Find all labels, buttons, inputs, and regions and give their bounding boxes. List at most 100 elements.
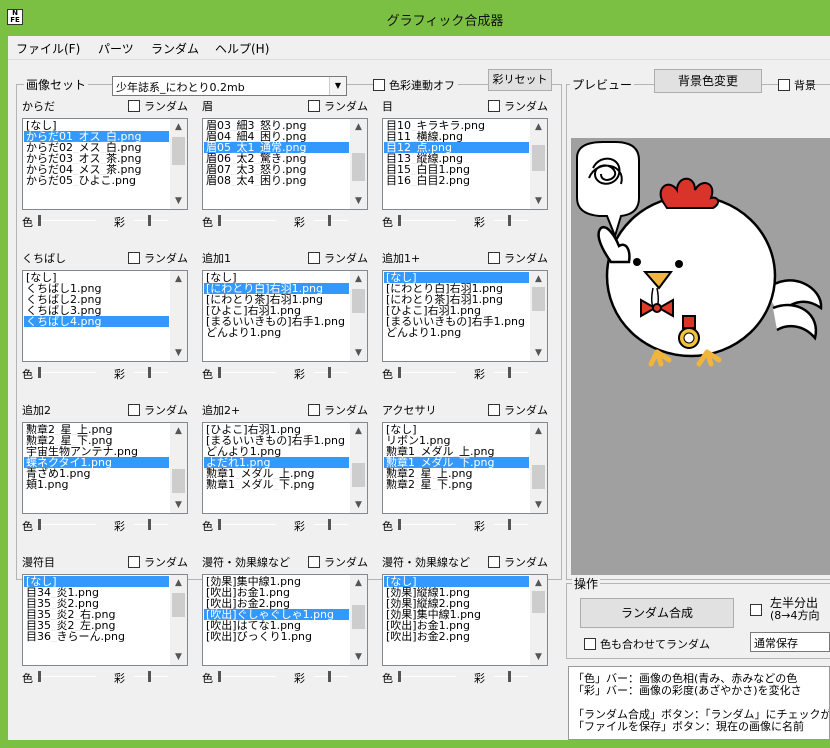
scrollbar[interactable]: ▲ ▼: [350, 119, 367, 209]
color-slider-thumb[interactable]: [218, 215, 221, 226]
list-item[interactable]: よだれ1.png: [204, 457, 349, 468]
color-slider-thumb[interactable]: [398, 671, 401, 682]
list-item[interactable]: 眉05_太1_通常.png: [204, 142, 349, 153]
scrollbar[interactable]: ▲ ▼: [170, 575, 187, 665]
list-item[interactable]: [吹出]びっくり1.png: [204, 631, 349, 642]
list-item[interactable]: からだ02_メス_白.png: [24, 142, 169, 153]
part-listbox[interactable]: [なし] からだ01_オス_白.png からだ02_メス_白.png からだ03_オス…: [22, 118, 188, 210]
part-random-checkbox[interactable]: ランダム: [308, 554, 368, 570]
list-item[interactable]: 目16_白目2.png: [384, 175, 529, 186]
saturation-slider[interactable]: [314, 524, 348, 525]
color-slider[interactable]: [396, 220, 456, 221]
list-item[interactable]: どんより1.png: [204, 446, 349, 457]
part-random-checkbox[interactable]: ランダム: [488, 250, 548, 266]
scroll-down-icon[interactable]: ▼: [170, 497, 187, 513]
part-random-checkbox[interactable]: ランダム: [488, 554, 548, 570]
scrollbar[interactable]: ▲ ▼: [350, 423, 367, 513]
list-item[interactable]: 勲章1_メダル_下.png: [204, 479, 349, 490]
saturation-slider-thumb[interactable]: [148, 519, 151, 530]
scroll-thumb[interactable]: [352, 605, 365, 629]
saturation-slider[interactable]: [134, 372, 168, 373]
list-item[interactable]: 目35_炎2.png: [24, 598, 169, 609]
list-item[interactable]: [にわとり茶]右羽1.png: [204, 294, 349, 305]
scroll-up-icon[interactable]: ▲: [350, 119, 367, 135]
list-item[interactable]: 勲章2_星_上.png: [384, 468, 529, 479]
color-slider[interactable]: [36, 220, 96, 221]
saturation-slider-thumb[interactable]: [508, 215, 511, 226]
color-slider[interactable]: [36, 676, 96, 677]
list-item[interactable]: 目36_きらーん.png: [24, 631, 169, 642]
scroll-down-icon[interactable]: ▼: [530, 649, 547, 665]
color-random-checkbox[interactable]: 色も合わせてランダム: [584, 636, 710, 652]
scrollbar[interactable]: ▲ ▼: [170, 423, 187, 513]
list-item[interactable]: [ひよこ]右羽1.png: [204, 424, 349, 435]
list-item[interactable]: 勲章2_星_上.png: [24, 424, 169, 435]
color-slider[interactable]: [216, 676, 276, 677]
scroll-down-icon[interactable]: ▼: [170, 345, 187, 361]
color-slider[interactable]: [216, 524, 276, 525]
list-item[interactable]: リボン1.png: [384, 435, 529, 446]
part-random-checkbox[interactable]: ランダム: [128, 250, 188, 266]
list-item[interactable]: [なし]: [24, 576, 169, 587]
color-slider[interactable]: [216, 372, 276, 373]
color-slider-thumb[interactable]: [38, 215, 41, 226]
color-slider[interactable]: [216, 220, 276, 221]
scroll-thumb[interactable]: [532, 287, 545, 311]
saturation-slider-thumb[interactable]: [148, 367, 151, 378]
list-item[interactable]: 目35_炎2_左.png: [24, 620, 169, 631]
part-random-checkbox[interactable]: ランダム: [128, 402, 188, 418]
part-listbox[interactable]: [なし] [にわとり白]右羽1.png [にわとり茶]右羽1.png [ひよこ]右羽1…: [202, 270, 368, 362]
list-item[interactable]: [吹出]お金2.png: [204, 598, 349, 609]
scroll-down-icon[interactable]: ▼: [350, 345, 367, 361]
scroll-thumb[interactable]: [532, 145, 545, 171]
scroll-thumb[interactable]: [352, 463, 365, 487]
list-item[interactable]: 勲章2_星_下.png: [24, 435, 169, 446]
list-item[interactable]: 青ざめ1.png: [24, 468, 169, 479]
saturation-slider-thumb[interactable]: [328, 215, 331, 226]
part-random-checkbox[interactable]: ランダム: [128, 554, 188, 570]
scroll-up-icon[interactable]: ▲: [530, 119, 547, 135]
list-item[interactable]: くちばし2.png: [24, 294, 169, 305]
scrollbar[interactable]: ▲ ▼: [350, 271, 367, 361]
saturation-slider[interactable]: [134, 524, 168, 525]
part-listbox[interactable]: [なし] 目34_炎1.png 目35_炎2.png 目35_炎2_右.png 目35_…: [22, 574, 188, 666]
scrollbar[interactable]: ▲ ▼: [530, 119, 547, 209]
color-slider-thumb[interactable]: [38, 519, 41, 530]
scroll-up-icon[interactable]: ▲: [350, 423, 367, 439]
menu-help[interactable]: ヘルプ(H): [215, 40, 269, 57]
color-slider[interactable]: [36, 372, 96, 373]
menu-parts[interactable]: パーツ: [98, 40, 134, 57]
saturation-slider-thumb[interactable]: [328, 367, 331, 378]
bg-checkbox[interactable]: 背景: [778, 77, 816, 93]
list-item[interactable]: 蝶ネクタイ1.png: [24, 457, 169, 468]
list-item[interactable]: 眉04_細4_困り.png: [204, 131, 349, 142]
scroll-thumb[interactable]: [172, 593, 185, 617]
list-item[interactable]: 目34_炎1.png: [24, 587, 169, 598]
scroll-down-icon[interactable]: ▼: [530, 193, 547, 209]
list-item[interactable]: 目10_キラキラ.png: [384, 120, 529, 131]
list-item[interactable]: 勲章1_メダル_上.png: [204, 468, 349, 479]
scroll-thumb[interactable]: [172, 469, 185, 493]
list-item[interactable]: 頬1.png: [24, 479, 169, 490]
list-item[interactable]: 目12_点.png: [384, 142, 529, 153]
list-item[interactable]: [効果]縦線2.png: [384, 598, 529, 609]
list-item[interactable]: [なし]: [24, 120, 169, 131]
list-item[interactable]: [吹出]はてな1.png: [204, 620, 349, 631]
list-item[interactable]: 目11_横線.png: [384, 131, 529, 142]
scroll-up-icon[interactable]: ▲: [530, 423, 547, 439]
list-item[interactable]: [にわとり茶]右羽1.png: [384, 294, 529, 305]
saturation-slider-thumb[interactable]: [508, 519, 511, 530]
scrollbar[interactable]: ▲ ▼: [530, 575, 547, 665]
saturation-slider[interactable]: [134, 220, 168, 221]
saturation-slider[interactable]: [494, 676, 528, 677]
menu-file[interactable]: ファイル(F): [16, 40, 80, 57]
scroll-thumb[interactable]: [172, 137, 185, 165]
random-compose-button[interactable]: ランダム合成: [580, 598, 734, 628]
saturation-slider[interactable]: [494, 372, 528, 373]
saturation-slider[interactable]: [314, 372, 348, 373]
list-item[interactable]: どんより1.png: [384, 327, 529, 338]
list-item[interactable]: [ひよこ]右羽1.png: [204, 305, 349, 316]
list-item[interactable]: [なし]: [24, 272, 169, 283]
list-item[interactable]: [吹出]お金2.png: [384, 631, 529, 642]
color-slider[interactable]: [36, 524, 96, 525]
